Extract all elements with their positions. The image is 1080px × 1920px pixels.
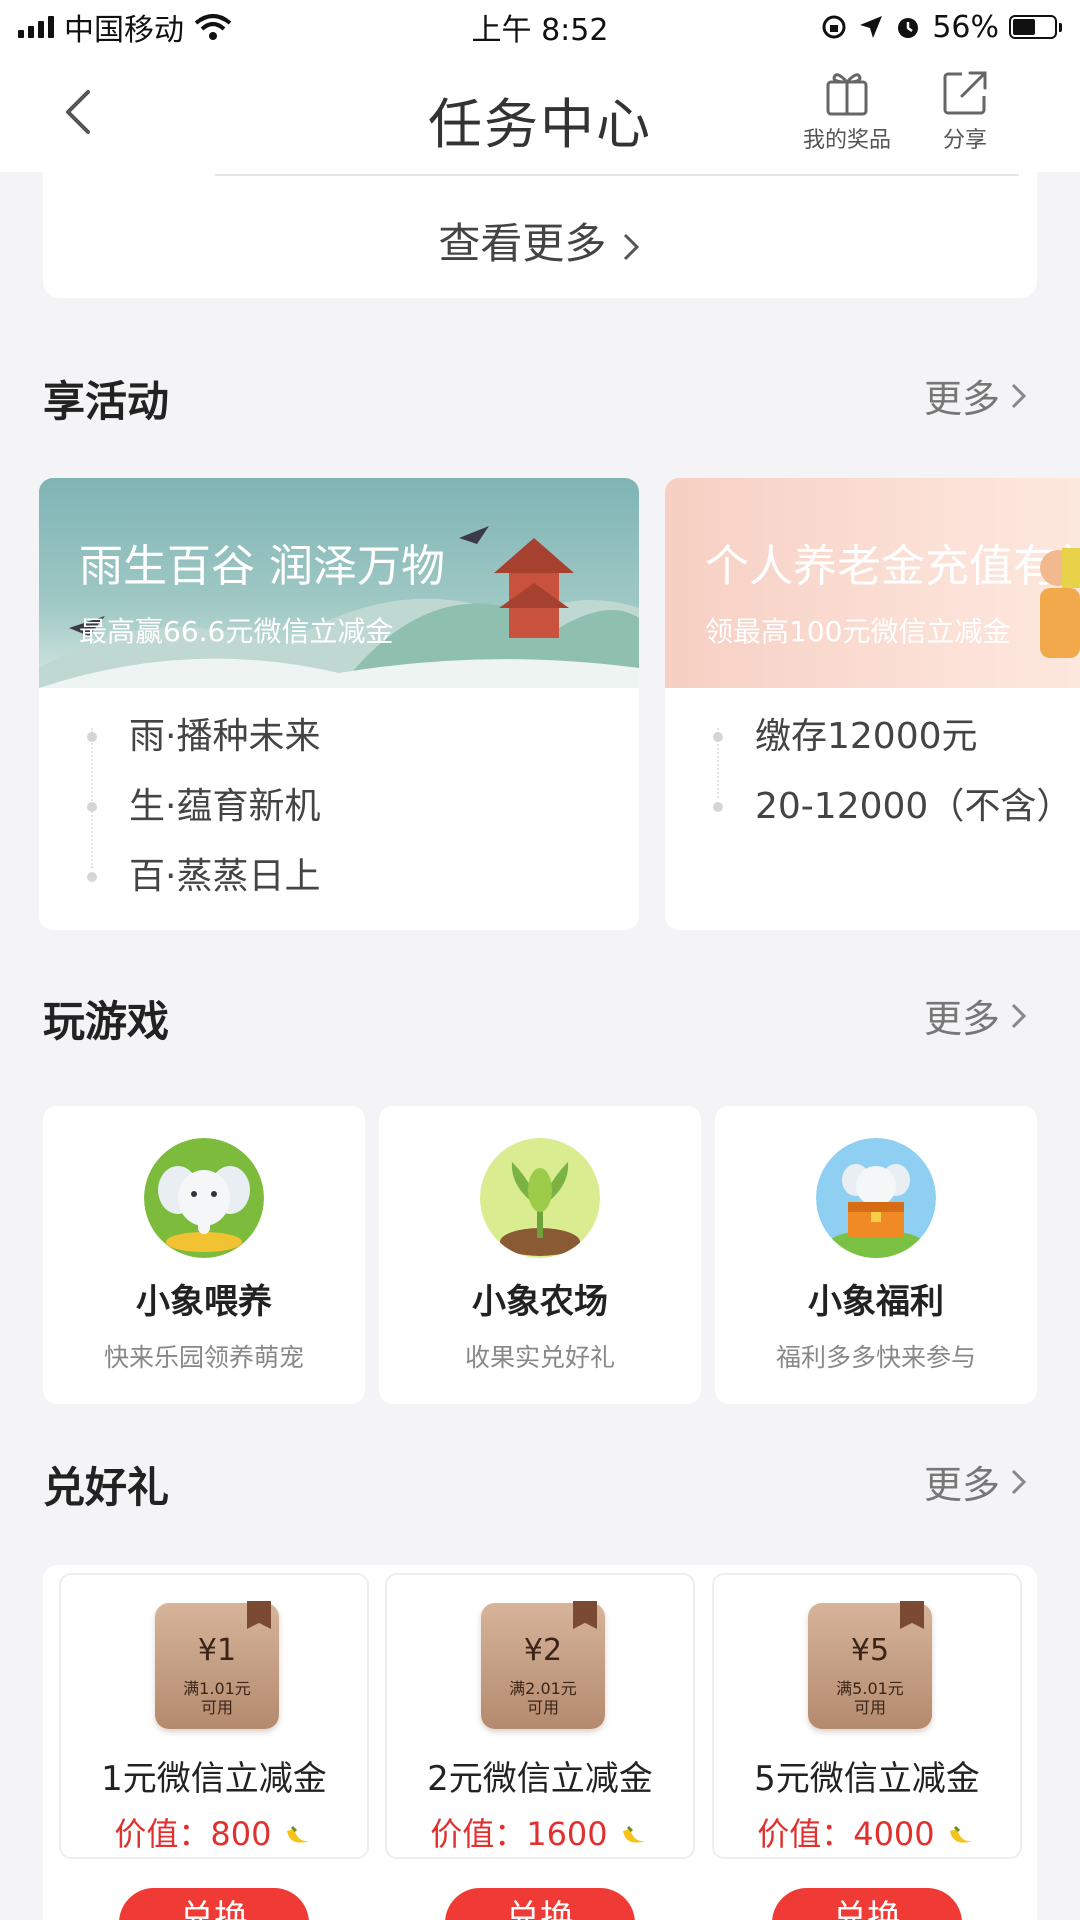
share-button[interactable]: 分享 <box>910 68 1020 154</box>
more-label: 更多 <box>923 1463 1000 1507</box>
location-icon <box>860 16 883 38</box>
activity-card-1[interactable]: 雨生百谷 润泽万物 最高赢66.6元微信立减金 雨·播种未来 生·蕴育新机 百·… <box>39 478 639 930</box>
activities-more-link[interactable]: 更多 <box>924 368 1028 423</box>
gift-price: 价值：4000 <box>714 1809 1020 1855</box>
chevron-right-icon <box>1011 1003 1027 1028</box>
chevron-right-icon <box>1011 1469 1027 1494</box>
game-card-welfare[interactable]: 小象福利 福利多多快来参与 <box>715 1106 1037 1404</box>
gift-card-2[interactable]: ¥2 满2.01元 可用 2元微信立减金 价值：1600 <box>385 1573 695 1859</box>
game-name: 小象喂养 <box>136 1282 272 1322</box>
coupon-icon: ¥1 满1.01元 可用 <box>155 1601 279 1729</box>
rotation-lock-icon <box>822 15 846 39</box>
carrier-label: 中国移动 <box>64 13 184 48</box>
chevron-right-icon <box>623 233 639 260</box>
game-name: 小象福利 <box>808 1282 944 1322</box>
coupon-condition: 满5.01元 可用 <box>836 1679 904 1717</box>
elephant-treasure-icon <box>816 1138 936 1258</box>
gift-name: 1元微信立减金 <box>101 1759 327 1799</box>
bean-sprout-icon <box>480 1138 600 1258</box>
activity-banner: 个人养老金充值有礼 领最高100元微信立减金 <box>665 478 1080 688</box>
elephant-feeding-icon <box>144 1138 264 1258</box>
activity-item: 缴存12000元 <box>665 714 1072 784</box>
gift-icon <box>826 73 868 116</box>
gifts-more-link[interactable]: 更多 <box>924 1454 1028 1509</box>
gift-price: 价值：800 <box>61 1809 367 1855</box>
coupon-amount: ¥1 <box>197 1633 237 1668</box>
banana-coin-icon <box>622 1825 646 1843</box>
game-card-farm[interactable]: 小象农场 收果实兑好礼 <box>379 1106 701 1404</box>
activity-banner: 雨生百谷 润泽万物 最高赢66.6元微信立减金 <box>39 478 639 688</box>
coupon-icon: ¥2 满2.01元 可用 <box>481 1601 605 1729</box>
more-label: 更多 <box>923 377 1000 421</box>
activity-card-2[interactable]: 个人养老金充值有礼 领最高100元微信立减金 缴存12000元 20-12000… <box>665 478 1080 930</box>
person-illustration <box>1040 548 1080 658</box>
coupon-icon: ¥5 满5.01元 可用 <box>808 1601 932 1729</box>
game-desc: 收果实兑好礼 <box>464 1343 615 1372</box>
section-title-games: 玩游戏 <box>43 997 170 1046</box>
activity-subtitle: 领最高100元微信立减金 <box>705 615 1011 648</box>
activity-item: 20-12000（不含） <box>665 784 1072 854</box>
gift-name: 2元微信立减金 <box>427 1759 653 1799</box>
wifi-icon <box>194 14 232 40</box>
gift-card-1[interactable]: ¥1 满1.01元 可用 1元微信立减金 价值：800 <box>59 1573 369 1859</box>
nav-bar: 任务中心 我的奖品 分享 <box>0 54 1080 172</box>
more-label: 更多 <box>923 997 1000 1041</box>
gift-card-3[interactable]: ¥5 满5.01元 可用 5元微信立减金 价值：4000 <box>712 1573 1022 1859</box>
coupon-amount: ¥2 <box>523 1633 563 1668</box>
alarm-icon <box>898 18 919 38</box>
game-name: 小象农场 <box>472 1282 608 1322</box>
share-icon <box>943 71 987 115</box>
gift-name: 5元微信立减金 <box>754 1759 980 1799</box>
divider <box>215 174 1019 176</box>
view-more-label: 查看更多 <box>438 219 607 268</box>
games-more-link[interactable]: 更多 <box>924 988 1028 1043</box>
game-card-feeding[interactable]: 小象喂养 快来乐园领养萌宠 <box>43 1106 365 1404</box>
signal-icon <box>18 16 54 38</box>
banana-coin-icon <box>286 1825 310 1843</box>
activity-subtitle: 最高赢66.6元微信立减金 <box>79 615 394 648</box>
coupon-condition: 满1.01元 可用 <box>183 1679 251 1717</box>
activity-title: 雨生百谷 润泽万物 <box>79 541 445 592</box>
game-desc: 快来乐园领养萌宠 <box>103 1343 304 1372</box>
exchange-button[interactable]: 兑换 <box>445 1888 635 1920</box>
exchange-button[interactable]: 兑换 <box>119 1888 309 1920</box>
chevron-right-icon <box>1011 383 1027 408</box>
battery-icon <box>1009 15 1062 39</box>
section-title-activities: 享活动 <box>43 377 170 426</box>
activity-item: 雨·播种未来 <box>39 714 320 784</box>
section-title-gifts: 兑好礼 <box>43 1463 170 1512</box>
my-prizes-label: 我的奖品 <box>802 128 891 153</box>
activity-item: 生·蕴育新机 <box>39 784 320 854</box>
status-bar: 中国移动 上午 8:52 56% <box>0 0 1080 54</box>
banana-coin-icon <box>949 1825 973 1843</box>
gift-price: 价值：1600 <box>387 1809 693 1855</box>
battery-percent: 56% <box>932 9 999 45</box>
coupon-condition: 满2.01元 可用 <box>509 1679 577 1717</box>
exchange-button[interactable]: 兑换 <box>772 1888 962 1920</box>
coupon-amount: ¥5 <box>850 1633 890 1668</box>
view-more-link[interactable]: 查看更多 <box>43 210 1037 271</box>
my-prizes-button[interactable]: 我的奖品 <box>792 68 902 154</box>
game-desc: 福利多多快来参与 <box>775 1343 976 1372</box>
share-label: 分享 <box>942 128 987 153</box>
activity-item: 百·蒸蒸日上 <box>39 854 320 924</box>
